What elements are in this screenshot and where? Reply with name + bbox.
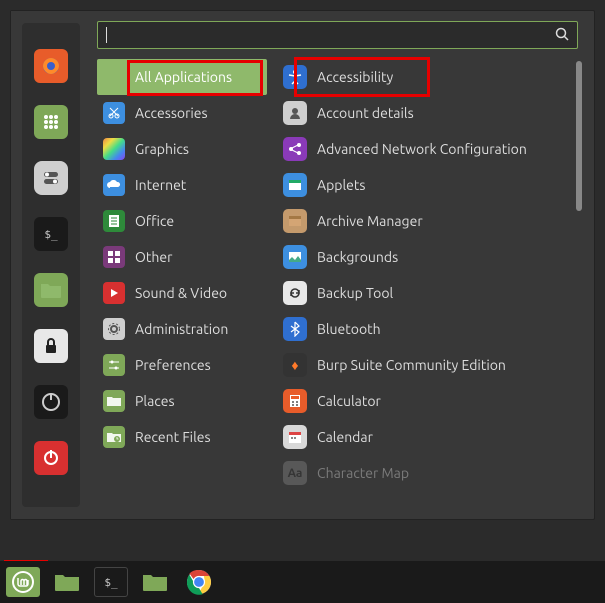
app-label: Character Map: [317, 465, 409, 481]
taskbar-files[interactable]: [50, 567, 84, 597]
grid-icon: [42, 113, 60, 131]
power-icon: [42, 449, 60, 467]
app-bluetooth[interactable]: Bluetooth: [277, 311, 570, 347]
fav-switch[interactable]: [34, 161, 68, 195]
menu-lists: All Applications Accessories Graphics Inter…: [91, 59, 584, 519]
category-label: Accessories: [135, 105, 208, 121]
category-recent-files[interactable]: Recent Files: [97, 419, 267, 455]
category-all-applications[interactable]: All Applications: [97, 59, 267, 95]
folder-icon: [40, 281, 62, 299]
category-places[interactable]: Places: [97, 383, 267, 419]
fav-firefox[interactable]: [34, 49, 68, 83]
app-calculator[interactable]: Calculator: [277, 383, 570, 419]
search-row: [91, 11, 584, 59]
search-input-wrapper[interactable]: [97, 21, 578, 49]
mint-icon: [11, 570, 35, 594]
category-label: Preferences: [135, 357, 211, 373]
menu-main: All Applications Accessories Graphics Inter…: [91, 11, 594, 519]
category-list: All Applications Accessories Graphics Inter…: [97, 59, 267, 519]
taskbar-mint-menu[interactable]: [6, 567, 40, 597]
taskbar-files-2[interactable]: [138, 567, 172, 597]
category-internet[interactable]: Internet: [97, 167, 267, 203]
application-list: Accessibility Account details Advanced Net…: [277, 59, 584, 519]
taskbar-terminal[interactable]: $_: [94, 567, 128, 597]
app-label: Backgrounds: [317, 249, 398, 265]
app-label: Calendar: [317, 429, 373, 445]
category-other[interactable]: Other: [97, 239, 267, 275]
app-backgrounds[interactable]: Backgrounds: [277, 239, 570, 275]
category-preferences[interactable]: Preferences: [97, 347, 267, 383]
favorites-strip: $_: [22, 23, 80, 507]
app-backup-tool[interactable]: Backup Tool: [277, 275, 570, 311]
fav-files[interactable]: [34, 273, 68, 307]
app-label: Advanced Network Configuration: [317, 141, 527, 157]
app-accessibility[interactable]: Accessibility: [277, 59, 570, 95]
fav-power[interactable]: [34, 441, 68, 475]
app-applets[interactable]: Applets: [277, 167, 570, 203]
category-label: Graphics: [135, 141, 189, 157]
category-sound-video[interactable]: Sound & Video: [97, 275, 267, 311]
fav-lock[interactable]: [34, 329, 68, 363]
search-icon: [555, 27, 569, 41]
app-account-details[interactable]: Account details: [277, 95, 570, 131]
category-graphics[interactable]: Graphics: [97, 131, 267, 167]
fav-apps[interactable]: [34, 105, 68, 139]
app-label: Backup Tool: [317, 285, 393, 301]
taskbar-chrome[interactable]: [182, 567, 216, 597]
folder-icon: [54, 572, 80, 592]
category-office[interactable]: Office: [97, 203, 267, 239]
scrollbar[interactable]: [576, 61, 582, 211]
terminal-icon: $_: [104, 576, 117, 589]
category-accessories[interactable]: Accessories: [97, 95, 267, 131]
fav-terminal[interactable]: $_: [34, 217, 68, 251]
logout-icon: [41, 392, 61, 412]
app-label: Archive Manager: [317, 213, 423, 229]
app-label: Account details: [317, 105, 414, 121]
category-label: Internet: [135, 177, 186, 193]
terminal-icon: $_: [44, 228, 57, 241]
text-caret: [106, 27, 107, 43]
lock-icon: [44, 338, 58, 354]
app-archive-manager[interactable]: Archive Manager: [277, 203, 570, 239]
app-character-map[interactable]: AaCharacter Map: [277, 455, 570, 491]
category-label: Recent Files: [135, 429, 211, 445]
app-label: Bluetooth: [317, 321, 381, 337]
app-label: Applets: [317, 177, 365, 193]
application-menu: $_ All: [10, 10, 595, 520]
category-label: Administration: [135, 321, 228, 337]
fav-logout[interactable]: [34, 385, 68, 419]
favorites-column: $_: [11, 11, 91, 519]
taskbar: $_: [0, 561, 605, 603]
search-input[interactable]: [98, 22, 537, 48]
category-label: All Applications: [135, 69, 232, 85]
firefox-icon: [41, 56, 61, 76]
chrome-icon: [186, 569, 212, 595]
app-label: Accessibility: [317, 69, 393, 85]
folder-icon: [142, 572, 168, 592]
category-administration[interactable]: Administration: [97, 311, 267, 347]
app-advanced-network-configuration[interactable]: Advanced Network Configuration: [277, 131, 570, 167]
app-burp-suite-community-edition[interactable]: ♦Burp Suite Community Edition: [277, 347, 570, 383]
category-label: Other: [135, 249, 172, 265]
category-label: Sound & Video: [135, 285, 227, 301]
app-label: Calculator: [317, 393, 381, 409]
app-calendar[interactable]: Calendar: [277, 419, 570, 455]
toggle-icon: [42, 169, 60, 187]
app-label: Burp Suite Community Edition: [317, 357, 506, 373]
category-label: Office: [135, 213, 174, 229]
category-label: Places: [135, 393, 175, 409]
